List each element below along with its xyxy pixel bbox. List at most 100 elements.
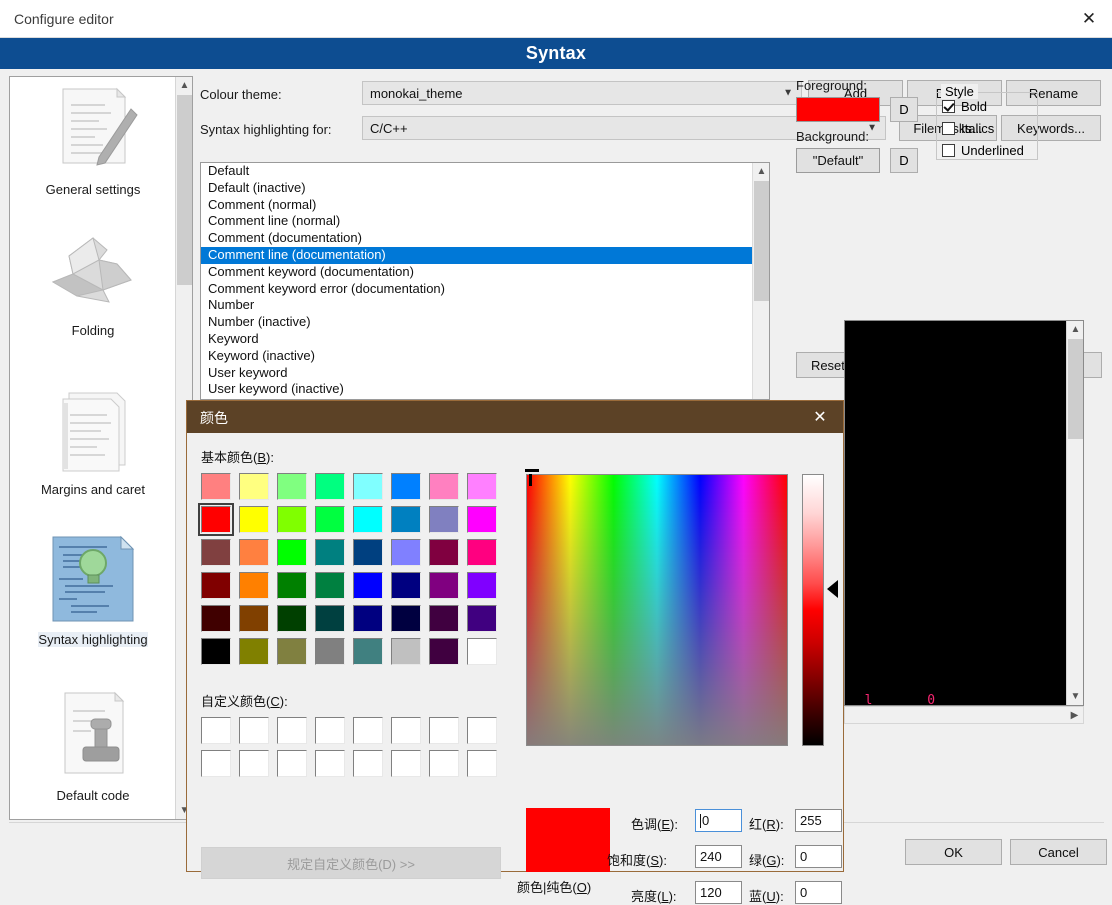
bold-checkbox[interactable]: Bold (942, 99, 987, 114)
settings-sidebar[interactable]: General settings Folding Margins and car… (9, 76, 193, 820)
close-icon[interactable]: ✕ (1066, 0, 1112, 37)
ok-button[interactable]: OK (905, 839, 1002, 865)
basic-color-swatch[interactable] (353, 506, 383, 533)
style-list-item[interactable]: Comment (documentation) (201, 230, 753, 247)
basic-color-swatch[interactable] (353, 638, 383, 665)
basic-color-swatch[interactable] (429, 572, 459, 599)
underlined-checkbox[interactable]: Underlined (942, 143, 1024, 158)
colour-theme-combo[interactable]: monokai_theme ▼ (362, 81, 802, 105)
custom-color-swatch[interactable] (201, 717, 231, 744)
custom-color-swatch[interactable] (429, 717, 459, 744)
chevron-up-icon[interactable]: ▲ (753, 163, 769, 180)
sidebar-item-margins-and-caret[interactable]: Margins and caret (10, 389, 176, 497)
basic-color-swatch[interactable] (239, 473, 269, 500)
scrollbar-thumb[interactable] (1068, 339, 1083, 439)
style-list-item[interactable]: Comment line (documentation) (201, 246, 753, 264)
basic-color-swatch[interactable] (277, 572, 307, 599)
basic-color-swatch[interactable] (201, 572, 231, 599)
luminance-slider-pointer[interactable] (827, 580, 838, 598)
define-custom-colors-button[interactable]: 规定自定义颜色(D) >> (201, 847, 501, 879)
sidebar-item-general-settings[interactable]: General settings (10, 83, 176, 197)
basic-color-swatch[interactable] (201, 539, 231, 566)
basic-color-swatch[interactable] (429, 473, 459, 500)
blue-input[interactable]: 0 (795, 881, 842, 904)
basic-color-swatch[interactable] (198, 503, 234, 536)
basic-color-swatch[interactable] (315, 605, 345, 632)
syntax-preview-pane[interactable]: l 0 ▲ ▼ (844, 320, 1084, 706)
cancel-button[interactable]: Cancel (1010, 839, 1107, 865)
custom-color-swatch[interactable] (467, 750, 497, 777)
hue-input[interactable]: 0 (695, 809, 742, 832)
basic-color-swatch[interactable] (353, 539, 383, 566)
custom-color-swatch[interactable] (315, 717, 345, 744)
basic-color-swatch[interactable] (467, 539, 497, 566)
basic-color-swatch[interactable] (239, 605, 269, 632)
style-list-item[interactable]: Keyword (inactive) (201, 348, 753, 365)
basic-color-swatch[interactable] (201, 605, 231, 632)
sidebar-item-folding[interactable]: Folding (10, 234, 176, 338)
basic-color-swatch[interactable] (391, 539, 421, 566)
chevron-up-icon[interactable]: ▲ (176, 77, 192, 94)
custom-color-swatch[interactable] (277, 750, 307, 777)
basic-color-swatch[interactable] (277, 539, 307, 566)
basic-colors-grid[interactable] (198, 473, 497, 673)
basic-color-swatch[interactable] (467, 638, 497, 665)
green-input[interactable]: 0 (795, 845, 842, 868)
close-icon[interactable]: ✕ (797, 401, 843, 433)
background-color-swatch[interactable]: "Default" (796, 148, 880, 173)
custom-color-swatch[interactable] (239, 750, 269, 777)
basic-color-swatch[interactable] (239, 506, 269, 533)
basic-color-swatch[interactable] (467, 572, 497, 599)
basic-color-swatch[interactable] (467, 605, 497, 632)
syntax-style-list[interactable]: Default Default (inactive) Comment (normal… (200, 162, 770, 400)
basic-color-swatch[interactable] (315, 473, 345, 500)
style-list-item[interactable]: Comment keyword error (documentation) (201, 281, 753, 298)
basic-color-swatch[interactable] (391, 572, 421, 599)
basic-color-swatch[interactable] (277, 605, 307, 632)
scrollbar-thumb[interactable] (754, 181, 769, 301)
basic-color-swatch[interactable] (391, 473, 421, 500)
basic-color-swatch[interactable] (467, 506, 497, 533)
custom-color-swatch[interactable] (201, 750, 231, 777)
sidebar-item-syntax-highlighting[interactable]: Syntax highlighting (10, 533, 176, 647)
basic-color-swatch[interactable] (429, 605, 459, 632)
basic-color-swatch[interactable] (429, 539, 459, 566)
basic-color-swatch[interactable] (239, 572, 269, 599)
custom-color-swatch[interactable] (353, 750, 383, 777)
style-list-item[interactable]: Keyword (201, 331, 753, 348)
basic-color-swatch[interactable] (391, 506, 421, 533)
red-input[interactable]: 255 (795, 809, 842, 832)
style-list-item[interactable]: Comment line (normal) (201, 213, 753, 230)
custom-color-swatch[interactable] (239, 717, 269, 744)
style-list-scrollbar[interactable]: ▲ (752, 163, 769, 399)
basic-color-swatch[interactable] (277, 638, 307, 665)
basic-color-swatch[interactable] (201, 638, 231, 665)
scrollbar-thumb[interactable] (177, 95, 192, 285)
basic-color-swatch[interactable] (391, 638, 421, 665)
foreground-color-swatch[interactable] (796, 97, 880, 122)
style-list-item[interactable]: Default (201, 163, 753, 180)
basic-color-swatch[interactable] (277, 506, 307, 533)
color-spectrum-field[interactable] (525, 469, 788, 746)
basic-color-swatch[interactable] (467, 473, 497, 500)
custom-color-swatch[interactable] (391, 717, 421, 744)
custom-color-swatch[interactable] (467, 717, 497, 744)
preview-vertical-scrollbar[interactable]: ▲ ▼ (1066, 321, 1083, 705)
custom-color-swatch[interactable] (277, 717, 307, 744)
custom-color-swatch[interactable] (353, 717, 383, 744)
chevron-up-icon[interactable]: ▲ (1067, 321, 1083, 338)
basic-color-swatch[interactable] (353, 572, 383, 599)
custom-color-swatch[interactable] (391, 750, 421, 777)
style-list-item[interactable]: Number (201, 297, 753, 314)
custom-color-swatch[interactable] (315, 750, 345, 777)
basic-color-swatch[interactable] (429, 638, 459, 665)
style-list-item[interactable]: Comment (normal) (201, 197, 753, 214)
luminance-slider[interactable] (802, 474, 824, 746)
custom-color-swatch[interactable] (429, 750, 459, 777)
style-list-item[interactable]: User keyword (201, 365, 753, 382)
basic-color-swatch[interactable] (315, 638, 345, 665)
saturation-input[interactable]: 240 (695, 845, 742, 868)
basic-color-swatch[interactable] (353, 473, 383, 500)
basic-color-swatch[interactable] (315, 506, 345, 533)
background-default-button[interactable]: D (890, 148, 918, 173)
